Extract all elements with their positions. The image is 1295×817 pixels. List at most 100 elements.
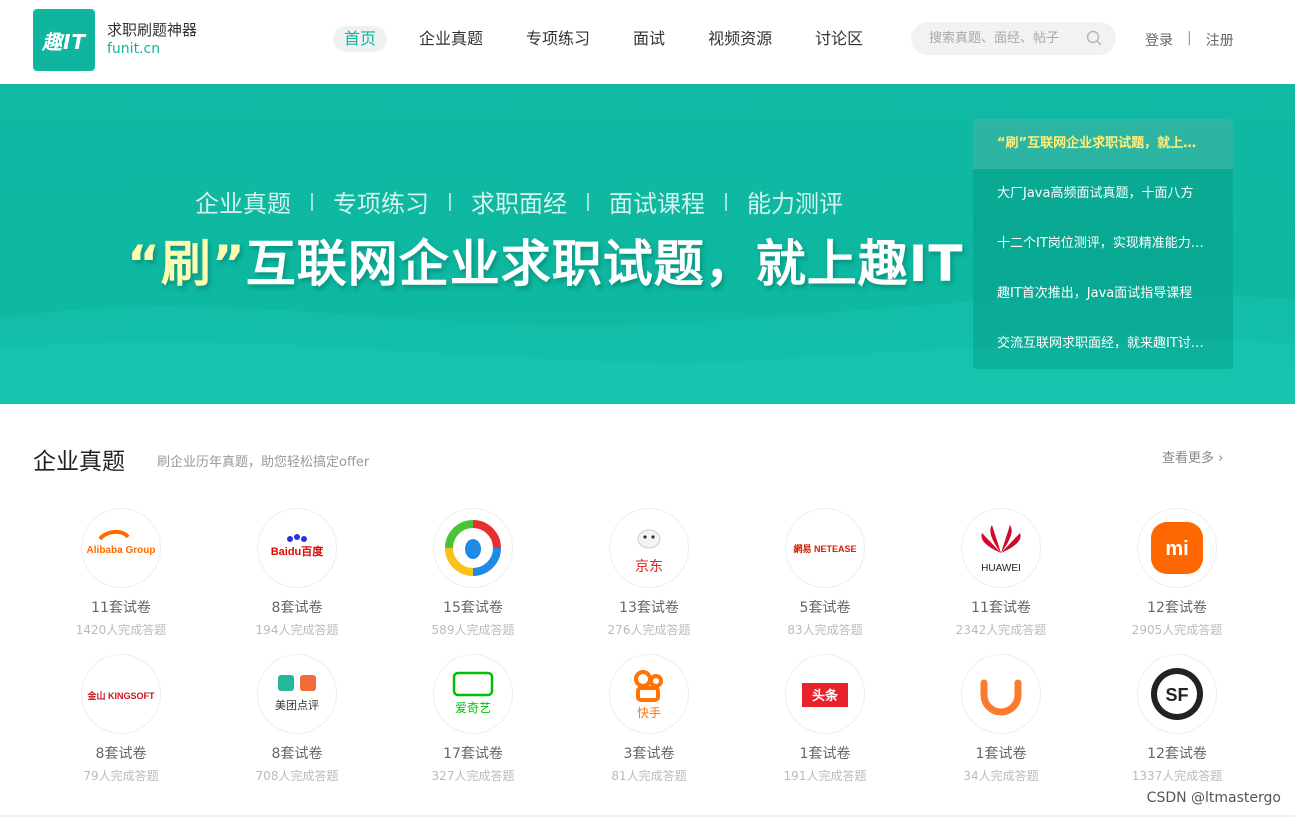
huawei-logo: HUAWEI xyxy=(961,508,1041,588)
company-completions: 191人完成答题 xyxy=(783,769,867,783)
company-card-jd[interactable]: 京东 13套试卷 276人完成答题 xyxy=(561,508,737,638)
company-card-sf[interactable]: SF 12套试卷 1337人完成答题 xyxy=(1089,654,1265,784)
didi-logo xyxy=(961,654,1041,734)
login-link[interactable]: 登录 xyxy=(1145,30,1173,50)
category-divider xyxy=(449,192,451,211)
company-completions: 589人完成答题 xyxy=(431,623,515,637)
company-card-didi[interactable]: 1套试卷 34人完成答题 xyxy=(913,654,1089,784)
kingsoft-logo: 金山 KINGSOFT xyxy=(81,654,161,734)
hero-banner[interactable]: 企业真题 专项练习 求职面经 面试课程 能力测评 “刷”互联网企业求职试题，就上… xyxy=(0,84,1295,404)
news-item[interactable]: 交流互联网求职面经，就来趣IT讨论区 xyxy=(973,319,1233,369)
nav-discussion[interactable]: 讨论区 xyxy=(804,26,874,52)
kuaishou-logo-text: 快手 xyxy=(637,706,661,720)
company-sets-count: 8套试卷 xyxy=(95,746,147,762)
netease-logo-text: 網易 NETEASE xyxy=(793,543,856,554)
company-completions: 2905人完成答题 xyxy=(1131,623,1223,637)
company-completions: 83人完成答题 xyxy=(787,623,863,637)
news-item[interactable]: 趣IT首次推出，Java面试指导课程 xyxy=(973,269,1233,319)
company-sets-count: 11套试卷 xyxy=(91,600,151,616)
news-item[interactable]: 大厂Java高频面试真题，十面八方 xyxy=(973,169,1233,219)
huawei-logo-text: HUAWEI xyxy=(981,563,1021,574)
banner-category: 求职面经 xyxy=(471,190,567,218)
company-sets-count: 1套试卷 xyxy=(975,746,1027,762)
company-card-iqiyi[interactable]: 爱奇艺 17套试卷 327人完成答题 xyxy=(385,654,561,784)
view-more-link[interactable]: 查看更多 › xyxy=(1162,447,1223,466)
toutiao-logo-text: 头条 xyxy=(812,688,839,703)
jd-logo: 京东 xyxy=(609,508,689,588)
brand-name: 求职刷题神器 xyxy=(107,21,198,39)
company-completions: 194人完成答题 xyxy=(255,623,339,637)
company-sets-count: 11套试卷 xyxy=(971,600,1031,616)
company-sets-count: 1套试卷 xyxy=(799,746,851,762)
company-completions: 708人完成答题 xyxy=(255,769,339,783)
company-card-kuaishou[interactable]: 快手 3套试卷 81人完成答题 xyxy=(561,654,737,784)
company-card-netease[interactable]: 網易 NETEASE 5套试卷 83人完成答题 xyxy=(737,508,913,638)
search-box xyxy=(911,22,1116,55)
chevron-right-icon: › xyxy=(1214,451,1224,466)
sf-logo: SF xyxy=(1137,654,1217,734)
nav-video-resources[interactable]: 视频资源 xyxy=(697,26,783,52)
nav-home[interactable]: 首页 xyxy=(333,26,388,52)
banner-category: 面试课程 xyxy=(609,190,705,218)
auth-links: 登录 | 注册 xyxy=(1145,30,1234,50)
toutiao-logo: 头条 xyxy=(785,654,865,734)
company-card-huawei[interactable]: HUAWEI 11套试卷 2342人完成答题 xyxy=(913,508,1089,638)
company-sets-count: 5套试卷 xyxy=(799,600,851,616)
company-completions: 79人完成答题 xyxy=(83,769,159,783)
company-completions: 81人完成答题 xyxy=(611,769,687,783)
company-sets-count: 12套试卷 xyxy=(1147,746,1207,762)
company-card-tencent[interactable]: 15套试卷 589人完成答题 xyxy=(385,508,561,638)
company-sets-count: 17套试卷 xyxy=(443,746,503,762)
company-card-baidu[interactable]: Baidu百度 8套试卷 194人完成答题 xyxy=(209,508,385,638)
category-divider xyxy=(311,192,313,211)
news-panel: “刷”互联网企业求职试题，就上趣IT 大厂Java高频面试真题，十面八方 十二个… xyxy=(973,119,1233,369)
company-sets-count: 8套试卷 xyxy=(271,600,323,616)
news-item[interactable]: “刷”互联网企业求职试题，就上趣IT xyxy=(973,119,1233,169)
site-logo[interactable]: 趣IT xyxy=(33,9,95,71)
alibaba-logo: Alibaba Group xyxy=(81,508,161,588)
company-card-toutiao[interactable]: 头条 1套试卷 191人完成答题 xyxy=(737,654,913,784)
company-sets-count: 15套试卷 xyxy=(443,600,503,616)
company-card-alibaba[interactable]: Alibaba Group 11套试卷 1420人完成答题 xyxy=(33,508,209,638)
baidu-logo-text: Baidu百度 xyxy=(271,544,325,558)
tencent-logo xyxy=(433,508,513,588)
view-more-label: 查看更多 xyxy=(1162,451,1215,466)
nav-enterprise-questions[interactable]: 企业真题 xyxy=(408,26,494,52)
brand-domain: funit.cn xyxy=(107,41,161,57)
main-nav: 首页 企业真题 专项练习 面试 视频资源 讨论区 xyxy=(333,26,895,52)
banner-category: 专项练习 xyxy=(333,190,429,218)
section-subtitle: 刷企业历年真题，助您轻松搞定offer xyxy=(157,455,370,470)
watermark: CSDN @ltmastergo xyxy=(1146,790,1281,806)
search-input[interactable] xyxy=(929,22,1089,55)
company-card-kingsoft[interactable]: 金山 KINGSOFT 8套试卷 79人完成答题 xyxy=(33,654,209,784)
category-divider xyxy=(587,192,589,211)
sf-logo-text: SF xyxy=(1165,685,1188,705)
banner-headline-text: 互联网企业求职试题，就上趣IT xyxy=(245,235,964,293)
banner-category: 企业真题 xyxy=(195,190,291,218)
meituan-logo-text: 美团点评 xyxy=(275,699,319,712)
baidu-logo: Baidu百度 xyxy=(257,508,337,588)
news-item[interactable]: 十二个IT岗位测评，实现精准能力定位 xyxy=(973,219,1233,269)
meituan-logo: 美团点评 xyxy=(257,654,337,734)
company-card-meituan[interactable]: 美团点评 8套试卷 708人完成答题 xyxy=(209,654,385,784)
banner-categories: 企业真题 专项练习 求职面经 面试课程 能力测评 xyxy=(195,184,843,219)
kuaishou-logo: 快手 xyxy=(609,654,689,734)
company-sets-count: 12套试卷 xyxy=(1147,600,1207,616)
company-completions: 327人完成答题 xyxy=(431,769,515,783)
netease-logo: 網易 NETEASE xyxy=(785,508,865,588)
company-completions: 276人完成答题 xyxy=(607,623,691,637)
xiaomi-logo: mi xyxy=(1137,508,1217,588)
category-divider xyxy=(725,192,727,211)
nav-interview[interactable]: 面试 xyxy=(622,26,676,52)
banner-headline-highlight: “刷” xyxy=(127,235,246,293)
company-completions: 1420人完成答题 xyxy=(75,623,167,637)
kingsoft-logo-text: 金山 KINGSOFT xyxy=(87,690,156,701)
company-completions: 2342人完成答题 xyxy=(955,623,1047,637)
company-card-xiaomi[interactable]: mi 12套试卷 2905人完成答题 xyxy=(1089,508,1265,638)
nav-special-practice[interactable]: 专项练习 xyxy=(515,26,601,52)
search-icon[interactable] xyxy=(1086,30,1102,46)
iqiyi-logo: 爱奇艺 xyxy=(433,654,513,734)
company-completions: 1337人完成答题 xyxy=(1131,769,1223,783)
register-link[interactable]: 注册 xyxy=(1206,30,1234,50)
company-sets-count: 8套试卷 xyxy=(271,746,323,762)
